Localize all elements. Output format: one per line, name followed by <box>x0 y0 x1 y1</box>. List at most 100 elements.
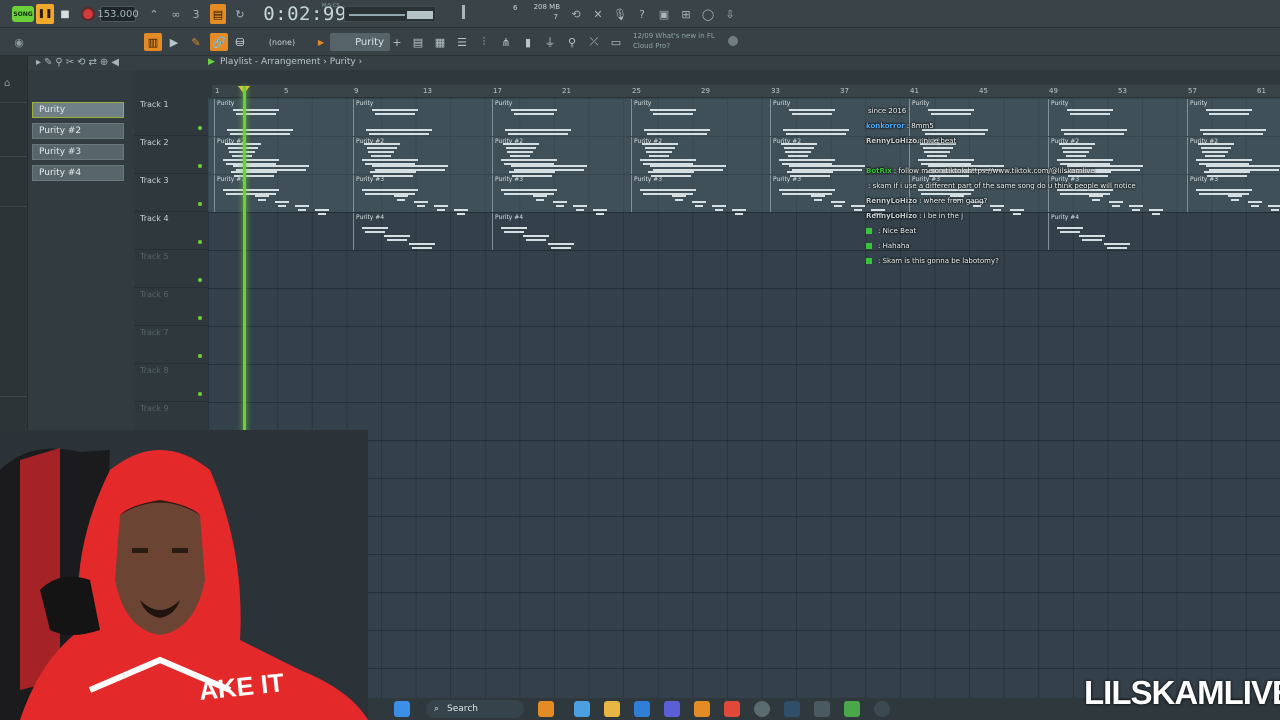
project-icon[interactable]: ▭ <box>608 33 624 51</box>
stop-button[interactable]: ■ <box>58 4 72 24</box>
channel-rack-icon[interactable]: ☰ <box>454 33 470 51</box>
clip-note <box>230 133 290 135</box>
tempo-display[interactable]: 153.000 <box>97 6 139 22</box>
pattern-clip[interactable]: Purity #3 <box>353 175 492 215</box>
touch-keyboard-icon[interactable]: ⚲ <box>564 33 580 51</box>
pattern-clip[interactable]: Purity #3 <box>492 175 631 215</box>
track-mute-led[interactable] <box>198 316 202 320</box>
stamp-icon[interactable]: ⛁ <box>232 33 248 51</box>
arrow-right-icon[interactable]: ▶ <box>166 33 182 51</box>
help-icon[interactable]: ? <box>634 4 650 24</box>
tools-icon[interactable]: ✕ <box>590 4 606 24</box>
pattern-selector[interactable]: Purity <box>330 33 390 51</box>
taskbar-search[interactable]: ⌕ Search <box>426 700 524 718</box>
timeline-ruler[interactable]: 1 5 9 13 17 21 25 29 33 37 41 45 49 53 57 61 <box>212 85 1280 98</box>
track-header[interactable]: Track 1 <box>134 98 208 136</box>
save-icon[interactable]: ▣ <box>656 4 672 24</box>
track-header[interactable]: Track 8 <box>134 364 208 402</box>
plugin-database-icon[interactable]: ▮ <box>520 33 536 51</box>
track-header[interactable]: Track 2 <box>134 136 208 174</box>
loop-record-icon[interactable]: ↻ <box>232 4 248 24</box>
link-icon[interactable]: 🔗 <box>210 33 228 51</box>
time-format-label: M:S:CS <box>322 3 340 9</box>
brave-icon[interactable] <box>724 701 740 717</box>
track-mute-led[interactable] <box>198 164 202 168</box>
track-mute-led[interactable] <box>198 202 202 206</box>
browser-icon[interactable]: ⋔ <box>498 33 514 51</box>
playlist-breadcrumb[interactable]: Purity <box>330 57 356 67</box>
pattern-clip[interactable]: Purity <box>492 99 631 195</box>
pattern-clip[interactable]: Purity #3 <box>631 175 770 215</box>
news-settings-icon[interactable] <box>728 36 738 46</box>
clip-note <box>233 129 293 131</box>
mixer-icon[interactable]: ⊞ <box>678 4 694 24</box>
windows-start-icon[interactable] <box>394 701 410 717</box>
track-header[interactable]: Track 7 <box>134 326 208 364</box>
track-header[interactable]: Track 3 <box>134 174 208 212</box>
record-button[interactable] <box>80 4 96 24</box>
track-header[interactable]: Track 4 <box>134 212 208 250</box>
pattern-item[interactable]: Purity #2 <box>32 123 124 139</box>
master-volume-slider[interactable] <box>407 11 433 19</box>
clip-label: Purity #3 <box>217 176 246 183</box>
pattern-clip[interactable]: Purity #2 <box>214 137 353 177</box>
download-icon[interactable]: ⇩ <box>722 4 738 24</box>
undo-history-icon[interactable]: ⟲ <box>568 4 584 24</box>
wait-input-icon[interactable]: ∞ <box>168 4 184 24</box>
pattern-add-icon[interactable]: + <box>392 33 402 51</box>
store-icon[interactable] <box>634 701 650 717</box>
playlist-icon[interactable]: ▤ <box>410 33 426 51</box>
fl-studio-icon[interactable] <box>694 701 710 717</box>
pattern-clip[interactable]: Purity #3 <box>214 175 353 215</box>
weather-icon[interactable] <box>538 701 554 717</box>
plugin-picker-icon[interactable]: ⏚ <box>542 33 558 51</box>
mic-icon[interactable]: 🎙 <box>612 4 628 24</box>
file-explorer-icon[interactable] <box>604 701 620 717</box>
pattern-clip[interactable]: Purity <box>631 99 770 195</box>
pattern-clip[interactable]: Purity #4 <box>492 213 631 250</box>
track-mute-led[interactable] <box>198 126 202 130</box>
news-panel[interactable]: 12/09 What's new in FL Cloud Pro? <box>633 31 715 51</box>
pattern-item[interactable]: Purity #3 <box>32 144 124 160</box>
track-mute-led[interactable] <box>198 240 202 244</box>
pattern-item[interactable]: Purity <box>32 102 124 118</box>
discord-icon[interactable] <box>664 701 680 717</box>
step-edit-icon[interactable]: ▤ <box>210 4 226 24</box>
countdown-icon[interactable]: 3 <box>188 4 204 24</box>
pattern-clip[interactable]: Purity <box>214 99 353 195</box>
track-header[interactable]: Track 5 <box>134 250 208 288</box>
obs-icon[interactable] <box>754 701 770 717</box>
chat-icon[interactable]: ◯ <box>700 4 716 24</box>
track-mute-led[interactable] <box>198 392 202 396</box>
pencil-icon[interactable]: ✎ <box>188 33 204 51</box>
pattern-clip[interactable]: Purity #2 <box>353 137 492 177</box>
track-mute-led[interactable] <box>198 354 202 358</box>
snap-icon[interactable]: ▥ <box>144 33 162 51</box>
browser-folder-icon[interactable]: ⌂ <box>4 78 10 89</box>
pattern-clip[interactable]: Purity <box>353 99 492 195</box>
clip-note <box>415 243 435 245</box>
metronome-icon[interactable]: ⌃ <box>146 4 162 24</box>
pattern-selector-none[interactable]: (none) <box>262 33 302 51</box>
clip-note <box>1254 201 1262 203</box>
pan-knob-icon[interactable]: ◉ <box>12 33 26 51</box>
app-green-icon[interactable] <box>844 701 860 717</box>
copilot-icon[interactable] <box>574 701 590 717</box>
performance-icon[interactable]: ⤫ <box>586 33 602 51</box>
pattern-item[interactable]: Purity #4 <box>32 165 124 181</box>
playlist-tools-icons[interactable]: ▸✎⚲✂⟲⇄⊕◀ <box>36 57 122 68</box>
mixer-view-icon[interactable]: ⫶ <box>476 33 492 51</box>
pattern-prev-icon[interactable]: ▶ <box>316 33 326 51</box>
clip-note <box>515 171 555 173</box>
pattern-clip[interactable]: Purity #2 <box>492 137 631 177</box>
piano-roll-icon[interactable]: ▦ <box>432 33 448 51</box>
steam-icon[interactable] <box>784 701 800 717</box>
track-header[interactable]: Track 6 <box>134 288 208 326</box>
4k-downloader-icon[interactable] <box>874 701 890 717</box>
pattern-clip[interactable]: Purity #2 <box>631 137 770 177</box>
song-mode-toggle[interactable]: SONG <box>12 6 34 22</box>
pause-button[interactable]: ❚❚ <box>36 4 54 24</box>
app-icon[interactable] <box>814 701 830 717</box>
pattern-clip[interactable]: Purity #4 <box>353 213 492 250</box>
track-mute-led[interactable] <box>198 278 202 282</box>
